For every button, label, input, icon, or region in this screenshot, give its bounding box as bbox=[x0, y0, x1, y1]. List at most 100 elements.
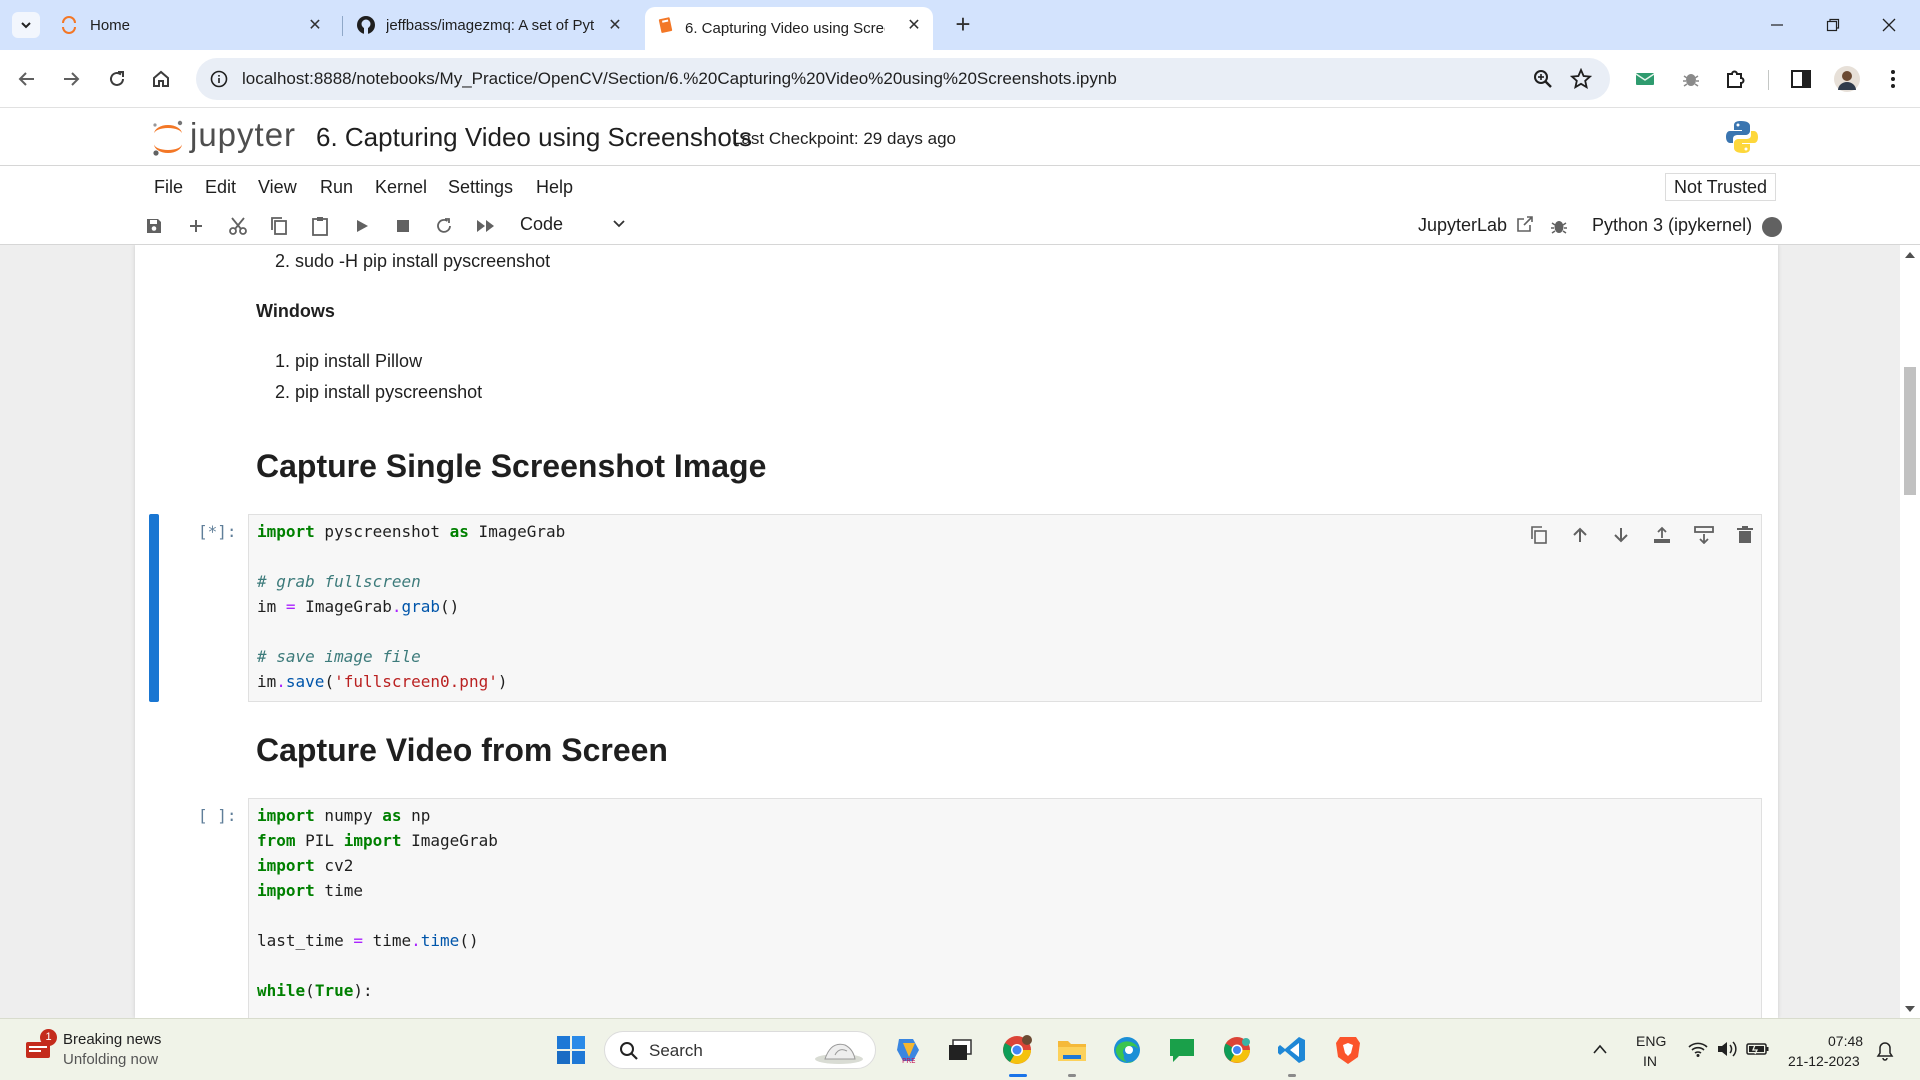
browser-menu-button[interactable] bbox=[1878, 64, 1908, 94]
extension-button[interactable] bbox=[1676, 64, 1706, 94]
menu-view[interactable]: View bbox=[258, 177, 297, 198]
jupyterlab-label: JupyterLab bbox=[1418, 215, 1508, 235]
move-cell-down-button[interactable] bbox=[1609, 523, 1633, 547]
trust-status-button[interactable]: Not Trusted bbox=[1665, 173, 1777, 201]
chevron-down-icon[interactable] bbox=[612, 216, 626, 230]
extension-button[interactable] bbox=[1630, 64, 1660, 94]
jupyter-header: jupyter 6. Capturing Video using Screens… bbox=[0, 108, 1920, 166]
minimize-button[interactable] bbox=[1764, 12, 1790, 38]
insert-cell-below-button[interactable] bbox=[1692, 523, 1716, 547]
taskbar-app-brave[interactable] bbox=[1330, 1032, 1366, 1068]
save-button[interactable] bbox=[142, 214, 166, 238]
tab-notebook[interactable]: 6. Capturing Video using Screen ✕ bbox=[645, 7, 933, 50]
move-cell-up-button[interactable] bbox=[1568, 523, 1592, 547]
new-tab-button[interactable]: + bbox=[950, 11, 976, 38]
address-bar[interactable]: localhost:8888/notebooks/My_Practice/Ope… bbox=[196, 58, 1610, 100]
open-app-indicator bbox=[1068, 1074, 1076, 1077]
taskbar-app-chat[interactable] bbox=[1164, 1032, 1200, 1068]
forward-button[interactable] bbox=[56, 64, 86, 94]
debugger-button[interactable] bbox=[1547, 214, 1571, 238]
scissors-icon bbox=[229, 217, 247, 235]
brave-icon bbox=[1336, 1037, 1360, 1064]
bookmark-star-icon[interactable] bbox=[1570, 68, 1592, 90]
restart-icon bbox=[437, 218, 451, 233]
restore-button[interactable] bbox=[1820, 12, 1846, 38]
copy-button[interactable] bbox=[267, 214, 291, 238]
back-button[interactable] bbox=[12, 64, 42, 94]
scroll-down-icon[interactable] bbox=[1905, 1005, 1915, 1013]
taskbar-app-edge[interactable] bbox=[1109, 1032, 1145, 1068]
scrollbar-thumb[interactable] bbox=[1904, 367, 1916, 495]
chevron-up-icon[interactable] bbox=[1592, 1043, 1608, 1055]
close-icon[interactable]: ✕ bbox=[306, 16, 324, 34]
menu-run[interactable]: Run bbox=[320, 177, 353, 198]
paste-button[interactable] bbox=[308, 214, 332, 238]
insert-cell-button[interactable] bbox=[184, 214, 208, 238]
cell-type-select[interactable]: Code bbox=[520, 214, 563, 235]
jupyter-logo[interactable]: jupyter bbox=[150, 116, 300, 158]
reload-icon bbox=[110, 71, 124, 86]
restart-run-all-button[interactable] bbox=[474, 214, 498, 238]
search-placeholder: Search bbox=[649, 1041, 703, 1060]
close-icon[interactable]: ✕ bbox=[606, 16, 624, 34]
code-cell[interactable]: import numpy as np from PIL import Image… bbox=[248, 798, 1762, 1018]
trash-icon bbox=[1737, 526, 1753, 543]
battery-icon[interactable] bbox=[1746, 1042, 1770, 1056]
reload-button[interactable] bbox=[102, 64, 132, 94]
cell-prompt: [ ]: bbox=[198, 806, 237, 825]
duplicate-cell-button[interactable] bbox=[1527, 523, 1551, 547]
taskbar-app-file-explorer[interactable] bbox=[1054, 1032, 1090, 1068]
extensions-menu-button[interactable] bbox=[1720, 64, 1750, 94]
scroll-up-icon[interactable] bbox=[1905, 251, 1915, 259]
notification-bell-icon[interactable] bbox=[1876, 1041, 1894, 1061]
taskbar-app-vscode[interactable] bbox=[1274, 1032, 1310, 1068]
windows-start-icon[interactable] bbox=[555, 1034, 587, 1066]
menu-edit[interactable]: Edit bbox=[205, 177, 236, 198]
code-cell[interactable]: import pyscreenshot as ImageGrab # grab … bbox=[248, 514, 1762, 702]
home-button[interactable] bbox=[146, 64, 176, 94]
input-language[interactable]: ENG bbox=[1636, 1033, 1666, 1049]
taskbar-app-chrome-profile[interactable] bbox=[1219, 1032, 1255, 1068]
input-region[interactable]: IN bbox=[1643, 1053, 1657, 1069]
profile-avatar[interactable] bbox=[1832, 64, 1862, 94]
tab-github[interactable]: jeffbass/imagezmq: A set of Pyt ✕ bbox=[350, 7, 634, 43]
run-cell-button[interactable] bbox=[350, 214, 374, 238]
notebook-title[interactable]: 6. Capturing Video using Screenshots bbox=[316, 122, 752, 153]
wifi-icon[interactable] bbox=[1688, 1041, 1708, 1057]
interrupt-kernel-button[interactable] bbox=[391, 214, 415, 238]
browser-tab-strip: Home ✕ jeffbass/imagezmq: A set of Pyt ✕… bbox=[0, 0, 1920, 50]
side-panel-button[interactable] bbox=[1786, 64, 1816, 94]
tab-home[interactable]: Home ✕ bbox=[50, 7, 334, 43]
side-panel-icon bbox=[1791, 70, 1811, 88]
url-text[interactable]: localhost:8888/notebooks/My_Practice/Ope… bbox=[242, 69, 1117, 89]
menu-file[interactable]: File bbox=[154, 177, 183, 198]
taskbar-app-copilot[interactable]: PRE bbox=[890, 1032, 926, 1068]
taskbar-app-chrome-active[interactable] bbox=[999, 1032, 1035, 1068]
restart-kernel-button[interactable] bbox=[432, 214, 456, 238]
tab-search-button[interactable] bbox=[12, 12, 40, 38]
code-line: # save image file bbox=[257, 647, 421, 666]
insert-cell-above-button[interactable] bbox=[1650, 523, 1674, 547]
delete-cell-button[interactable] bbox=[1733, 523, 1757, 547]
stop-icon bbox=[397, 220, 409, 232]
menu-help[interactable]: Help bbox=[536, 177, 573, 198]
cut-button[interactable] bbox=[226, 214, 250, 238]
volume-icon[interactable] bbox=[1716, 1040, 1738, 1058]
clock-date[interactable]: 21-12-2023 bbox=[1788, 1053, 1860, 1069]
zoom-icon[interactable] bbox=[1532, 68, 1554, 90]
close-icon[interactable]: ✕ bbox=[905, 16, 923, 34]
open-jupyterlab-link[interactable]: JupyterLab bbox=[1418, 215, 1534, 236]
windows-taskbar: 1 Breaking news Unfolding now Search PRE bbox=[0, 1018, 1920, 1080]
taskbar-app-taskview[interactable] bbox=[942, 1032, 978, 1068]
taskbar-search-box[interactable]: Search bbox=[604, 1031, 876, 1069]
menu-settings[interactable]: Settings bbox=[448, 177, 513, 198]
arrow-up-icon bbox=[1573, 527, 1587, 542]
menu-kernel[interactable]: Kernel bbox=[375, 177, 427, 198]
markdown-heading: Capture Video from Screen bbox=[256, 732, 668, 768]
close-window-button[interactable] bbox=[1876, 12, 1902, 38]
clock-time[interactable]: 07:48 bbox=[1828, 1033, 1863, 1049]
kernel-name[interactable]: Python 3 (ipykernel) bbox=[1592, 215, 1752, 236]
info-icon[interactable] bbox=[210, 70, 228, 88]
notebook-toolbar: Code JupyterLab Python 3 (ipykernel) bbox=[0, 207, 1920, 245]
page-scrollbar[interactable] bbox=[1900, 245, 1920, 1018]
